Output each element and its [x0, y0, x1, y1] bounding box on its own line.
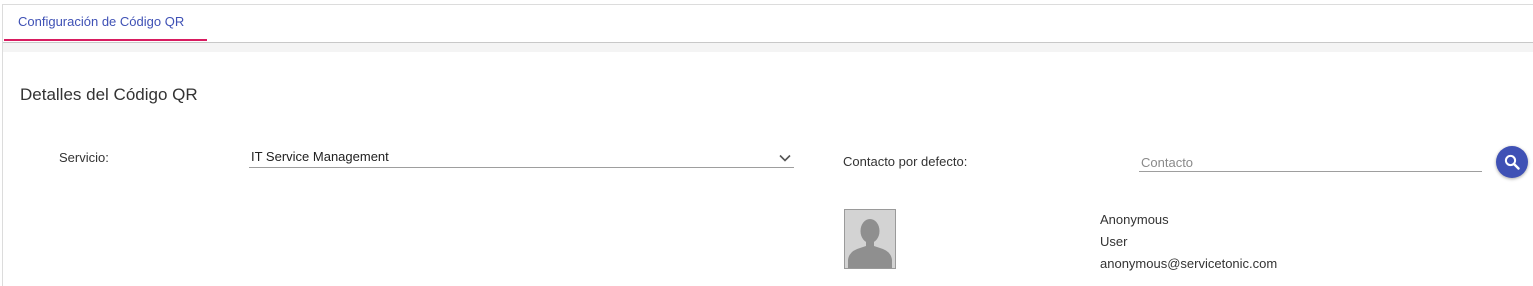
chevron-down-icon: [779, 150, 791, 162]
contact-last-name: User: [1100, 234, 1128, 249]
tab-bar: Configuración de Código QR: [3, 5, 1533, 43]
page-frame: Configuración de Código QR Detalles del …: [2, 4, 1533, 286]
servicio-label: Servicio:: [59, 150, 109, 165]
search-icon: [1504, 154, 1520, 170]
contacto-input[interactable]: [1139, 151, 1482, 171]
contacto-label: Contacto por defecto:: [843, 154, 968, 169]
servicio-selected-value: IT Service Management: [251, 149, 389, 164]
contact-email: anonymous@servicetonic.com: [1100, 256, 1278, 271]
person-silhouette-icon: [845, 210, 895, 268]
tab-content-separator: [3, 43, 1533, 52]
search-contact-button[interactable]: [1496, 146, 1528, 178]
contact-avatar: [844, 209, 896, 269]
contacto-field-wrapper: [1139, 151, 1482, 172]
servicio-select[interactable]: IT Service Management: [249, 146, 794, 168]
tab-qr-config[interactable]: Configuración de Código QR: [4, 5, 207, 41]
tab-label: Configuración de Código QR: [18, 14, 185, 29]
section-title: Detalles del Código QR: [20, 85, 198, 104]
contact-first-name: Anonymous: [1100, 212, 1169, 227]
